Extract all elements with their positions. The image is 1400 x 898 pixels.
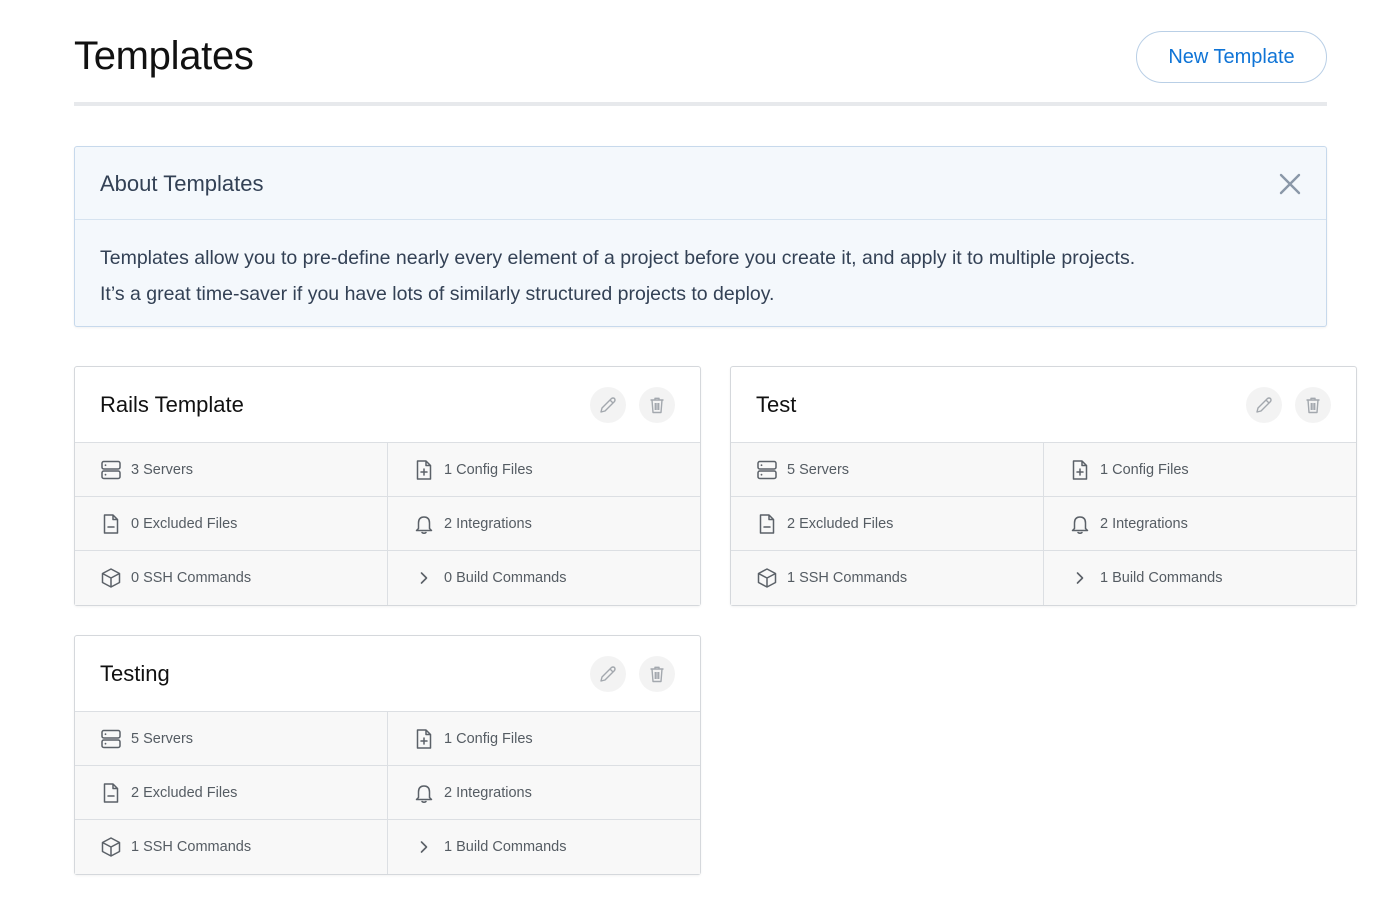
new-template-button[interactable]: New Template [1136, 31, 1327, 83]
config-files-cell[interactable]: 1 Config Files [388, 712, 700, 766]
chevron-right-icon [420, 841, 428, 853]
servers-label: 5 Servers [131, 730, 194, 747]
pencil-icon [1256, 397, 1272, 413]
excluded-files-cell[interactable]: 2 Excluded Files [75, 766, 388, 820]
integrations-label: 2 Integrations [444, 515, 532, 532]
close-icon[interactable] [1276, 170, 1304, 198]
build-commands-cell[interactable]: 0 Build Commands [388, 551, 700, 605]
server-icon [757, 460, 777, 479]
template-card-header: Test [731, 367, 1356, 443]
build-commands-label: 1 Build Commands [444, 839, 567, 855]
trash-icon [650, 397, 664, 414]
config-files-cell[interactable]: 1 Config Files [388, 443, 700, 497]
bell-icon [1071, 515, 1089, 534]
template-card-header: Testing [75, 636, 700, 712]
integrations-cell[interactable]: 2 Integrations [388, 766, 700, 820]
integrations-cell[interactable]: 2 Integrations [388, 497, 700, 551]
template-stats-grid: 5 Servers 1 Config Files 2 Excluded File… [75, 712, 700, 874]
ssh-commands-label: 1 SSH Commands [787, 570, 908, 586]
ssh-commands-label: 1 SSH Commands [131, 839, 252, 855]
file-minus-icon [103, 782, 119, 803]
servers-label: 3 Servers [131, 461, 194, 478]
server-icon [101, 460, 121, 479]
trash-icon [1306, 397, 1320, 414]
file-minus-icon [103, 513, 119, 534]
bell-icon [415, 515, 433, 534]
config-files-label: 1 Config Files [444, 461, 533, 478]
ssh-commands-cell[interactable]: 0 SSH Commands [75, 551, 388, 605]
delete-template-button[interactable] [639, 387, 675, 423]
box-icon [101, 568, 121, 588]
box-icon [757, 568, 777, 588]
file-minus-icon [759, 513, 775, 534]
ssh-commands-cell[interactable]: 1 SSH Commands [731, 551, 1044, 605]
file-plus-icon [416, 728, 432, 749]
template-stats-grid: 5 Servers 1 Config Files 2 Excluded File… [731, 443, 1356, 605]
about-panel-header: About Templates [75, 147, 1326, 220]
ssh-commands-cell[interactable]: 1 SSH Commands [75, 820, 388, 874]
template-card-header: Rails Template [75, 367, 700, 443]
edit-template-button[interactable] [590, 387, 626, 423]
edit-template-button[interactable] [590, 656, 626, 692]
page-header: Templates New Template [74, 0, 1327, 106]
about-text-line-1: Templates allow you to pre-define nearly… [100, 247, 1136, 269]
servers-cell[interactable]: 5 Servers [75, 712, 388, 766]
template-name: Testing [100, 661, 170, 686]
integrations-label: 2 Integrations [1100, 515, 1188, 532]
template-card: Test 5 Servers 1 Config Files 2 Excluded… [730, 366, 1357, 606]
page-title: Templates [74, 34, 254, 78]
delete-template-button[interactable] [1295, 387, 1331, 423]
pencil-icon [600, 666, 616, 682]
servers-cell[interactable]: 3 Servers [75, 443, 388, 497]
integrations-label: 2 Integrations [444, 784, 532, 801]
excluded-files-label: 2 Excluded Files [787, 515, 894, 532]
chevron-right-icon [1076, 572, 1084, 584]
excluded-files-cell[interactable]: 0 Excluded Files [75, 497, 388, 551]
trash-icon [650, 666, 664, 683]
excluded-files-label: 2 Excluded Files [131, 784, 238, 801]
build-commands-label: 0 Build Commands [444, 570, 567, 586]
file-plus-icon [1072, 459, 1088, 480]
delete-template-button[interactable] [639, 656, 675, 692]
build-commands-cell[interactable]: 1 Build Commands [388, 820, 700, 874]
chevron-right-icon [420, 572, 428, 584]
pencil-icon [600, 397, 616, 413]
template-name: Rails Template [100, 392, 244, 417]
template-card: Testing 5 Servers 1 Config Files 2 Exclu… [74, 635, 701, 875]
edit-template-button[interactable] [1246, 387, 1282, 423]
config-files-cell[interactable]: 1 Config Files [1044, 443, 1356, 497]
servers-cell[interactable]: 5 Servers [731, 443, 1044, 497]
integrations-cell[interactable]: 2 Integrations [1044, 497, 1356, 551]
about-text-line-2: It’s a great time-saver if you have lots… [100, 283, 775, 305]
build-commands-label: 1 Build Commands [1100, 570, 1223, 586]
about-templates-panel: About Templates Templates allow you to p… [74, 146, 1327, 327]
about-panel-body: Templates allow you to pre-define nearly… [75, 220, 1326, 312]
template-stats-grid: 3 Servers 1 Config Files 0 Excluded File… [75, 443, 700, 605]
servers-label: 5 Servers [787, 461, 850, 478]
build-commands-cell[interactable]: 1 Build Commands [1044, 551, 1356, 605]
excluded-files-cell[interactable]: 2 Excluded Files [731, 497, 1044, 551]
config-files-label: 1 Config Files [1100, 461, 1189, 478]
server-icon [101, 729, 121, 748]
bell-icon [415, 784, 433, 803]
template-name: Test [756, 392, 797, 417]
about-panel-title: About Templates [100, 171, 264, 196]
ssh-commands-label: 0 SSH Commands [131, 570, 252, 586]
box-icon [101, 837, 121, 857]
excluded-files-label: 0 Excluded Files [131, 515, 238, 532]
file-plus-icon [416, 459, 432, 480]
template-card: Rails Template 3 Servers 1 Config Files … [74, 366, 701, 606]
config-files-label: 1 Config Files [444, 730, 533, 747]
